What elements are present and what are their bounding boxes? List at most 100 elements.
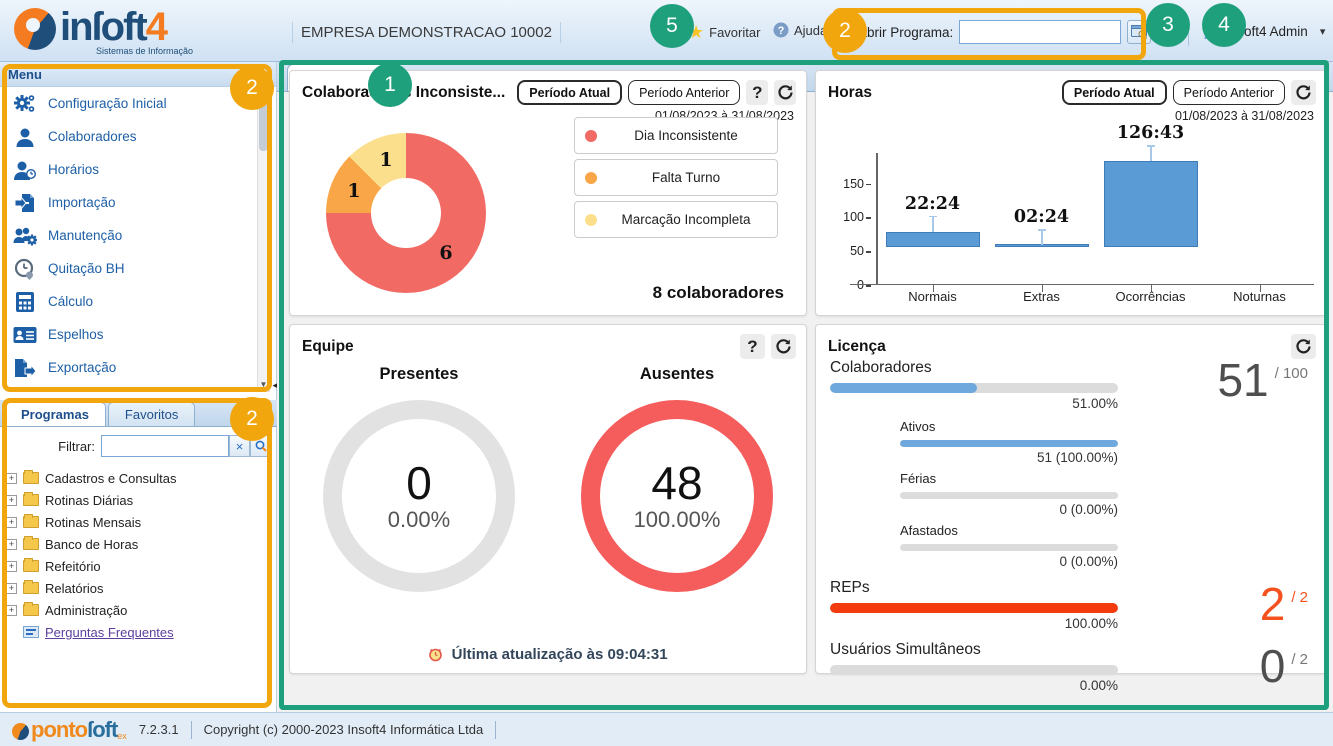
menu-item-quitacao-bh[interactable]: Quitação BH [0,252,256,285]
refresh-icon [1295,338,1312,355]
percent-label: 100.00% [830,616,1118,631]
open-program-input[interactable] [959,20,1121,44]
expand-icon[interactable]: + [6,539,17,550]
expand-icon[interactable]: + [6,583,17,594]
refresh-button[interactable] [1291,334,1316,359]
menu-item-horarios[interactable]: Horários [0,153,256,186]
open-program-lookup-button[interactable] [1127,20,1151,44]
period-current-tab[interactable]: Período Atual [1062,80,1167,105]
notifications-button[interactable] [1158,22,1178,47]
license-row-usuarios: Usuários Simultâneos 0.00% 0 / 2 [830,641,1314,693]
menu-item-manutencao[interactable]: Manutenção [0,219,256,252]
menu-item-importacao[interactable]: Importação [0,186,256,219]
legend-dot-yellow [585,214,597,226]
presentes-ring: 0 0.00% [323,400,515,592]
people-gear-icon [12,224,38,248]
footer-bar: ponto ſoft ex 7.2.3.1 Copyright (c) 2000… [0,712,1333,746]
tree-item-cadastros[interactable]: +Cadastros e Consultas [6,467,277,489]
menu-item-label: Exportação [48,360,116,375]
copyright-label: Copyright (c) 2000-2023 Insoft4 Informát… [204,722,484,737]
help-button[interactable]: ? [746,80,768,105]
tree-item-rotinas-mensais[interactable]: +Rotinas Mensais [6,511,277,533]
logo-text: inſoft4 [60,6,166,48]
folder-icon [23,494,39,506]
x-label-normais: Normais [878,289,987,309]
insoft4-logo: inſoft4 [14,6,166,50]
donut-value-orange: 1 [347,180,360,202]
refresh-button[interactable] [771,334,796,359]
count-suffix: / 2 [1291,651,1308,668]
folder-icon [23,582,39,594]
favorite-button[interactable]: ★ Favoritar [688,22,760,43]
menu-item-espelhos[interactable]: Espelhos [0,318,256,351]
presentes-value: 0 [406,459,432,507]
filter-clear-button[interactable]: × [229,435,250,457]
scroll-down-arrow-icon[interactable]: ▼ [258,378,269,391]
menu-scrollbar[interactable]: ▼ [257,92,270,392]
percent-label: 0.00% [830,678,1118,693]
help-label: Ajuda [794,23,827,38]
menu-item-configuracao-inicial[interactable]: Configuração Inicial [0,87,256,120]
tree-item-banco-de-horas[interactable]: +Banco de Horas [6,533,277,555]
export-icon [12,356,38,380]
percent-label: 51 (100.00%) [900,450,1118,465]
tree-item-relatorios[interactable]: +Relatórios [6,577,277,599]
expand-icon[interactable]: + [6,605,17,616]
help-button[interactable]: ? [740,334,765,359]
tab-favoritos[interactable]: Favoritos [108,402,195,426]
legend-item-marcacao-incompleta[interactable]: Marcação Incompleta [574,201,778,238]
bar-value-label: 22:24 [905,194,960,214]
refresh-button[interactable] [774,80,796,105]
period-previous-tab[interactable]: Período Anterior [628,80,740,105]
ausentes-percent: 100.00% [634,507,721,533]
panel-equipe: Equipe ? Presentes 0 0.00% Ausentes 48 1… [289,324,807,674]
tree-item-administracao[interactable]: + Administração [6,599,277,621]
tree-item-label: Administração [45,603,127,618]
expand-icon[interactable]: + [6,495,17,506]
menu-item-calculo[interactable]: Cálculo [0,285,256,318]
license-row-reps: REPs 100.00% 2 / 2 [830,579,1314,631]
license-row-ativos: Ativos 51 (100.00%) [900,419,1314,465]
tree-item-perguntas-frequentes[interactable]: Perguntas Frequentes [6,621,277,643]
folder-icon [23,538,39,550]
tab-programas[interactable]: Programas [4,402,106,426]
folder-icon [23,516,39,528]
expand-icon[interactable]: + [6,473,17,484]
filter-input[interactable] [101,435,229,457]
bell-icon [1158,22,1178,42]
expand-icon[interactable]: + [6,561,17,572]
y-tick: 50 [850,244,864,258]
menu-scrollbar-thumb[interactable] [259,95,268,151]
presentes-gauge: Presentes 0 0.00% [290,365,548,592]
tree-item-rotinas-diarias[interactable]: + Rotinas Diárias [6,489,277,511]
legend-item-falta-turno[interactable]: Falta Turno [574,159,778,196]
presentes-title: Presentes [290,365,548,384]
tree-link-label: Perguntas Frequentes [45,625,174,640]
filter-search-button[interactable] [250,435,271,457]
legend-item-dia-inconsistente[interactable]: Dia Inconsistente [574,117,778,154]
refresh-button[interactable] [1291,80,1316,105]
bar[interactable] [886,232,980,247]
y-tick: 100 [843,210,864,224]
menu-item-exportacao[interactable]: Exportação [0,351,256,384]
person-clock-icon [12,158,38,182]
panel-colaboradores-inconsistentes: Colaboradores Inconsiste... Período Atua… [289,70,807,316]
help-button[interactable]: ? Ajuda [773,22,827,38]
period-previous-tab[interactable]: Período Anterior [1173,80,1285,105]
tree-item-label: Rotinas Diárias [45,493,133,508]
bar[interactable] [1104,161,1198,247]
filter-row: Filtrar: × [0,427,277,463]
expand-icon[interactable]: + [6,517,17,528]
period-current-tab[interactable]: Período Atual [517,80,622,105]
bar-value-label: 02:24 [1014,207,1069,227]
refresh-icon [775,338,792,355]
pontosoft-logo-icon [12,723,29,740]
last-update-line: Última atualização às 09:04:31 [290,646,806,663]
menu-item-colaboradores[interactable]: Colaboradores [0,120,256,153]
svg-text:?: ? [778,25,785,37]
chevron-down-icon[interactable]: ▾ [1320,25,1326,38]
logo-4: 4 [146,5,166,49]
tree-item-refeitorio[interactable]: +Refeitório [6,555,277,577]
user-menu[interactable]: Insoft4 Admin ▾ [1202,22,1325,40]
app-window: inſoft4 Sistemas de Informação EMPRESA D… [0,0,1333,746]
